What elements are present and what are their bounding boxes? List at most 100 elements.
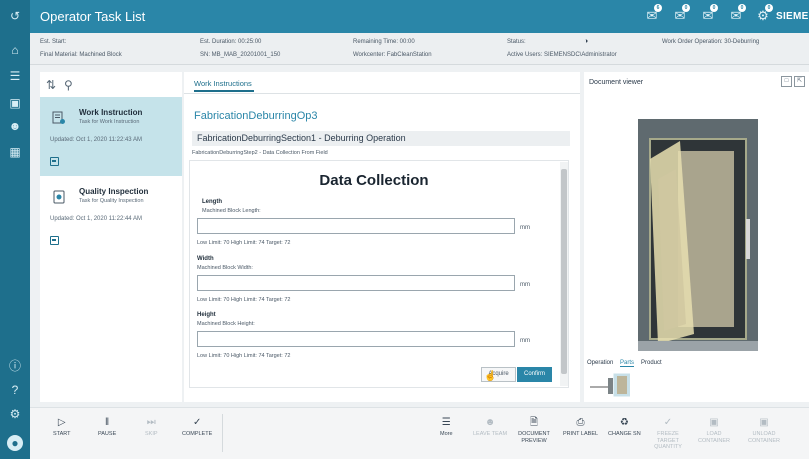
pause-icon: ‖	[105, 417, 110, 428]
unload-container-icon: ▣	[759, 417, 769, 428]
length-sublabel: Machined Block Length:	[202, 208, 261, 214]
sort-icon[interactable]: ⇅	[46, 78, 56, 92]
work-instruction-icon	[52, 111, 65, 124]
leave-team-label: LEAVE TEAM	[473, 431, 508, 437]
final-material: Final Material: Machined Block	[40, 52, 122, 58]
width-input[interactable]	[197, 275, 515, 291]
help-icon[interactable]: ?	[7, 382, 23, 398]
freeze-icon: ✓	[663, 417, 673, 428]
viewer-tab-product[interactable]: Product	[641, 360, 662, 366]
unload-container-label: UNLOAD CONTAINER	[748, 431, 780, 444]
start-label: START	[53, 431, 71, 437]
workcenter: Workcenter: FabCleanStation	[353, 52, 432, 58]
app-title: Operator Task List	[40, 9, 146, 24]
pause-label: PAUSE	[98, 431, 117, 437]
task-item-quality-inspection[interactable]: Quality Inspection Task for Quality Insp…	[40, 176, 182, 255]
part-thumbnail[interactable]	[590, 372, 630, 398]
print-label-button[interactable]: ⎙ PRINT LABEL	[563, 416, 598, 438]
height-limits: Low Limit: 70 High Limit: 74 Target: 72	[197, 353, 291, 359]
width-unit: mm	[520, 282, 530, 288]
notification-badge: 6	[654, 4, 662, 12]
unload-container-button[interactable]: ▣ UNLOAD CONTAINER	[742, 416, 786, 444]
user-icon[interactable]: ●	[7, 435, 23, 451]
home-icon[interactable]: ⌂	[7, 42, 23, 58]
settings-badge: 0	[765, 4, 773, 12]
search-icon[interactable]: ⚲	[64, 78, 73, 92]
height-label: Height	[197, 312, 216, 318]
skip-label: SKIP	[145, 431, 158, 437]
settings-icon[interactable]: ⚙	[7, 406, 23, 422]
task-title: Quality Inspection	[79, 187, 149, 196]
task-updated: Updated: Oct 1, 2020 11:22:43 AM	[50, 137, 142, 143]
complete-icon: ✓	[192, 417, 202, 428]
width-sublabel: Machined Block Width:	[197, 265, 253, 271]
est-start: Est. Start:	[40, 39, 67, 45]
brand-logo: SIEMENS	[776, 11, 809, 22]
task-badge: 0	[738, 4, 746, 12]
leave-team-icon: ☻	[484, 417, 496, 428]
more-icon: ☰	[441, 417, 451, 428]
length-limits: Low Limit: 70 High Limit: 74 Target: 72	[197, 240, 291, 246]
viewer-tab-operation[interactable]: Operation	[587, 360, 613, 366]
bottom-toolbar: ▷ START ‖ PAUSE ⏭ SKIP ✓ COMPLETE ☰ More…	[30, 407, 809, 459]
task-open-icon[interactable]	[50, 157, 59, 166]
est-duration: Est. Duration: 00:25:00	[200, 39, 262, 45]
length-unit: mm	[520, 225, 530, 231]
leave-team-button[interactable]: ☻ LEAVE TEAM	[473, 416, 507, 438]
height-input[interactable]	[197, 331, 515, 347]
height-sublabel: Machined Block Height:	[197, 321, 255, 327]
form-scrollbar-thumb[interactable]	[561, 169, 567, 374]
height-unit: mm	[520, 338, 530, 344]
step-title: FabricationDeburringStep2 - Data Collect…	[192, 150, 328, 156]
task-open-icon[interactable]	[50, 236, 59, 245]
work-order-operation: Work Order Operation: 30-Deburring	[662, 39, 760, 45]
people-icon[interactable]: ☻	[7, 118, 23, 134]
width-label: Width	[197, 256, 214, 262]
load-container-button[interactable]: ▣ LOAD CONTAINER	[694, 416, 734, 444]
dashboard-icon[interactable]: ▦	[7, 144, 23, 160]
change-sn-button[interactable]: ♻ CHANGE SN	[608, 416, 641, 438]
task-updated: Updated: Oct 1, 2020 11:22:44 AM	[50, 216, 142, 222]
freeze-target-quantity-label: FREEZE TARGET QUANTITY	[654, 431, 682, 451]
task-list-panel: ⇅ ⚲ Work Instruction Task for Work Instr…	[40, 72, 182, 402]
document-viewer-panel: Document viewer □ ⇱ Operation Parts Prod…	[584, 72, 809, 402]
hand-cursor-icon: ☝	[484, 371, 497, 382]
work-instructions-panel: Work Instructions FabricationDeburringOp…	[184, 72, 580, 402]
more-button[interactable]: ☰ More	[440, 416, 453, 438]
info-icon[interactable]: ⓘ	[7, 358, 23, 374]
change-sn-label: CHANGE SN	[608, 431, 641, 437]
tab-active-indicator	[194, 90, 254, 92]
tab-work-instructions[interactable]: Work Instructions	[194, 79, 252, 88]
status-label: Status:	[507, 39, 526, 45]
complete-label: COMPLETE	[182, 431, 213, 437]
serial-number: SN: MB_MAB_20201001_150	[200, 52, 281, 58]
document-preview-button[interactable]: 🗎 DOCUMENT PREVIEW	[516, 416, 552, 444]
section-header: FabricationDeburringSection1 - Deburring…	[192, 131, 570, 146]
printer-icon: ⎙	[576, 417, 585, 428]
pause-button[interactable]: ‖ PAUSE	[98, 416, 116, 438]
freeze-target-quantity-button[interactable]: ✓ FREEZE TARGET QUANTITY	[650, 416, 686, 451]
complete-button[interactable]: ✓ COMPLETE	[182, 416, 212, 438]
operation-title: FabricationDeburringOp3	[194, 110, 318, 122]
width-limits: Low Limit: 70 High Limit: 74 Target: 72	[197, 297, 291, 303]
machine-image	[598, 99, 788, 351]
fit-view-icon[interactable]: □	[781, 76, 792, 87]
layers-icon[interactable]: ☰	[7, 68, 23, 84]
alert-badge: 0	[710, 4, 718, 12]
task-title: Work Instruction	[79, 108, 143, 117]
back-icon[interactable]: ↺	[7, 8, 23, 24]
start-button[interactable]: ▷ START	[53, 416, 71, 438]
print-label-label: PRINT LABEL	[563, 431, 599, 437]
more-label: More	[440, 431, 453, 437]
active-users: Active Users: SIEMENSDC\Administrator	[507, 52, 617, 58]
monitor-icon[interactable]: ▣	[7, 95, 23, 111]
confirm-button[interactable]: Confirm	[517, 367, 552, 382]
length-input[interactable]	[197, 218, 515, 234]
viewer-tab-parts[interactable]: Parts	[620, 360, 635, 367]
start-icon: ▷	[57, 417, 66, 428]
expand-icon[interactable]: ⇱	[794, 76, 805, 87]
skip-button[interactable]: ⏭ SKIP	[145, 416, 158, 438]
task-item-work-instruction[interactable]: Work Instruction Task for Work Instructi…	[40, 97, 182, 176]
change-sn-icon: ♻	[619, 417, 629, 428]
status-spinner-icon: ◑	[584, 38, 589, 45]
